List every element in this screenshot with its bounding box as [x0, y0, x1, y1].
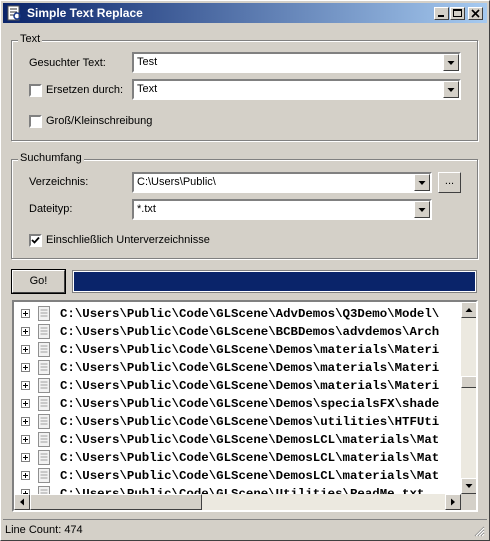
directory-combobox[interactable]: C:\Users\Public\ — [132, 172, 432, 193]
expand-icon[interactable] — [21, 363, 30, 372]
case-checkbox[interactable] — [29, 115, 42, 128]
maximize-button[interactable] — [450, 7, 465, 20]
title-bar[interactable]: Simple Text Replace — [3, 3, 487, 23]
result-path: C:\Users\Public\Code\GLScene\Demos\utili… — [60, 415, 440, 429]
chevron-down-icon — [418, 208, 426, 212]
filetype-value: *.txt — [137, 203, 156, 215]
scroll-right-button[interactable] — [445, 494, 461, 510]
directory-dropdown-button[interactable] — [414, 174, 430, 191]
result-row[interactable]: C:\Users\Public\Code\GLScene\DemosLCL\ma… — [14, 431, 459, 449]
chevron-down-icon — [447, 61, 455, 65]
minimize-button[interactable] — [434, 7, 449, 20]
replace-label: Ersetzen durch: — [46, 84, 124, 96]
expand-icon[interactable] — [21, 453, 30, 462]
browse-button[interactable]: ... — [438, 172, 461, 193]
scroll-down-button[interactable] — [461, 478, 476, 494]
document-icon — [38, 450, 50, 465]
progress-bar — [72, 270, 477, 293]
result-row[interactable]: C:\Users\Public\Code\GLScene\DemosLCL\ma… — [14, 467, 459, 485]
size-grip-icon[interactable] — [473, 525, 485, 537]
text-group-legend: Text — [18, 33, 43, 45]
filetype-combobox[interactable]: *.txt — [132, 199, 432, 220]
document-icon — [38, 360, 50, 375]
filetype-label: Dateityp: — [29, 203, 73, 215]
expand-icon[interactable] — [21, 381, 30, 390]
expand-icon[interactable] — [21, 471, 30, 480]
result-path: C:\Users\Public\Code\GLScene\Demos\mater… — [60, 343, 440, 357]
subdirs-checkbox[interactable] — [29, 234, 42, 247]
case-label: Groß/Kleinschreibung — [46, 115, 153, 127]
arrow-down-icon — [465, 484, 473, 488]
result-row[interactable]: C:\Users\Public\Code\GLScene\Demos\speci… — [14, 395, 459, 413]
minimize-icon — [438, 15, 444, 17]
document-icon — [38, 468, 50, 483]
scope-group-legend: Suchumfang — [18, 152, 84, 164]
search-value: Test — [137, 56, 158, 68]
search-combobox[interactable]: Test — [132, 52, 461, 73]
close-icon — [471, 9, 480, 18]
document-icon — [38, 432, 50, 447]
chevron-down-icon — [447, 88, 455, 92]
expand-icon[interactable] — [21, 309, 30, 318]
directory-value: C:\Users\Public\ — [137, 176, 216, 188]
arrow-right-icon — [451, 498, 455, 506]
status-text: Line Count: 474 — [5, 524, 83, 536]
result-path: C:\Users\Public\Code\GLScene\DemosLCL\ma… — [60, 469, 440, 483]
checkmark-icon — [31, 236, 40, 244]
search-dropdown-button[interactable] — [443, 54, 459, 71]
document-icon — [38, 378, 50, 393]
results-tree[interactable]: C:\Users\Public\Code\GLScene\AdvDemos\Q3… — [12, 300, 478, 512]
result-row[interactable]: C:\Users\Public\Code\GLScene\BCBDemos\ad… — [14, 323, 459, 341]
result-path: C:\Users\Public\Code\GLScene\Demos\mater… — [60, 361, 440, 375]
maximize-icon — [453, 9, 462, 17]
app-icon[interactable] — [6, 5, 22, 21]
vertical-scrollbar[interactable] — [461, 302, 476, 494]
subdirs-label: Einschließlich Unterverzeichnisse — [46, 234, 210, 246]
result-path: C:\Users\Public\Code\GLScene\Demos\speci… — [60, 397, 440, 411]
status-bar: Line Count: 474 — [3, 519, 487, 539]
vertical-scroll-thumb[interactable] — [461, 376, 476, 388]
filetype-dropdown-button[interactable] — [414, 201, 430, 218]
scroll-corner — [461, 494, 476, 510]
result-path: C:\Users\Public\Code\GLScene\DemosLCL\ma… — [60, 451, 440, 465]
progress-fill — [74, 272, 475, 291]
scroll-up-button[interactable] — [461, 302, 476, 318]
expand-icon[interactable] — [21, 345, 30, 354]
expand-icon[interactable] — [21, 327, 30, 336]
scroll-left-button[interactable] — [14, 494, 30, 510]
main-window: Simple Text Replace Text Gesuchter Text:… — [0, 0, 490, 541]
document-icon — [38, 306, 50, 321]
close-button[interactable] — [468, 7, 483, 20]
document-icon — [38, 414, 50, 429]
result-row[interactable]: C:\Users\Public\Code\GLScene\Demos\utili… — [14, 413, 459, 431]
search-label: Gesuchter Text: — [29, 57, 106, 69]
replace-combobox[interactable]: Text — [132, 79, 461, 100]
result-path: C:\Users\Public\Code\GLScene\BCBDemos\ad… — [60, 325, 440, 339]
document-icon — [38, 396, 50, 411]
expand-icon[interactable] — [21, 399, 30, 408]
chevron-down-icon — [418, 181, 426, 185]
directory-label: Verzeichnis: — [29, 176, 89, 188]
arrow-up-icon — [465, 308, 473, 312]
arrow-left-icon — [20, 498, 24, 506]
expand-icon[interactable] — [21, 417, 30, 426]
expand-icon[interactable] — [21, 435, 30, 444]
result-row[interactable]: C:\Users\Public\Code\GLScene\Demos\mater… — [14, 377, 459, 395]
document-icon — [38, 324, 50, 339]
horizontal-scroll-thumb[interactable] — [30, 494, 202, 510]
result-path: C:\Users\Public\Code\GLScene\Demos\mater… — [60, 379, 440, 393]
replace-value: Text — [137, 83, 158, 95]
go-button[interactable]: Go! — [12, 270, 65, 293]
result-row[interactable]: C:\Users\Public\Code\GLScene\Demos\mater… — [14, 359, 459, 377]
result-row[interactable]: C:\Users\Public\Code\GLScene\AdvDemos\Q3… — [14, 305, 459, 323]
window-title: Simple Text Replace — [27, 6, 143, 20]
document-icon — [38, 342, 50, 357]
result-row[interactable]: C:\Users\Public\Code\GLScene\Demos\mater… — [14, 341, 459, 359]
result-row[interactable]: C:\Users\Public\Code\GLScene\DemosLCL\ma… — [14, 449, 459, 467]
result-path: C:\Users\Public\Code\GLScene\DemosLCL\ma… — [60, 433, 440, 447]
replace-checkbox[interactable] — [29, 84, 42, 97]
replace-dropdown-button[interactable] — [443, 81, 459, 98]
result-path: C:\Users\Public\Code\GLScene\AdvDemos\Q3… — [60, 307, 440, 321]
horizontal-scrollbar[interactable] — [14, 494, 461, 510]
